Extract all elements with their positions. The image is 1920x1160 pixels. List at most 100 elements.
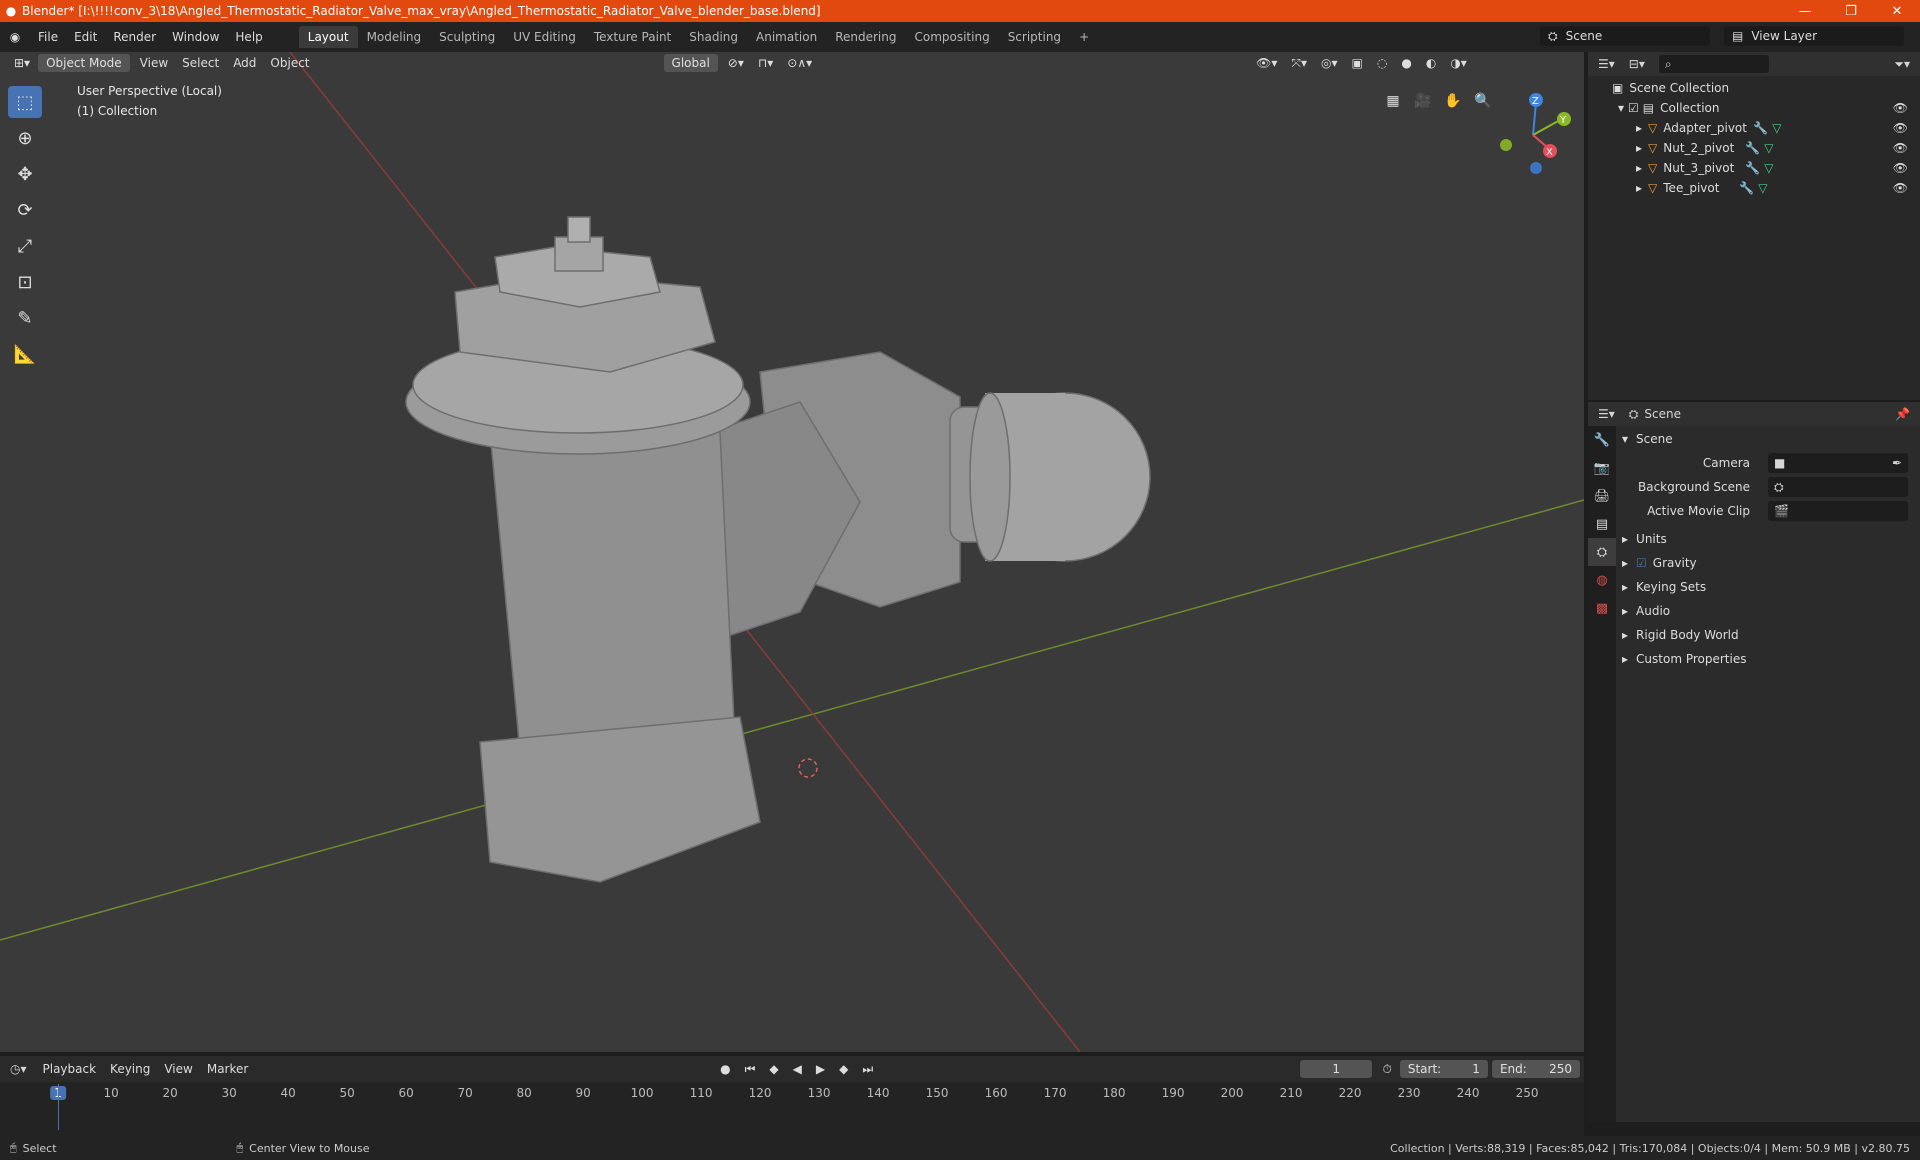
grid-view-icon[interactable]: ▦ bbox=[1380, 88, 1406, 114]
rotate-tool-icon[interactable]: ⟳ bbox=[8, 194, 42, 226]
menu-edit[interactable]: Edit bbox=[66, 30, 105, 44]
navigation-gizmo[interactable]: Z Y X bbox=[1488, 88, 1578, 178]
scene-section-header[interactable]: ▾ Scene bbox=[1622, 428, 1920, 450]
viewport-menu-view[interactable]: View bbox=[134, 54, 174, 72]
move-tool-icon[interactable]: ✥ bbox=[8, 158, 42, 190]
blender-menu-icon[interactable]: ◉ bbox=[0, 30, 30, 44]
filter-icon[interactable]: ⏷▾ bbox=[1894, 57, 1910, 72]
jump-start-icon[interactable]: ⏮ bbox=[739, 1060, 762, 1079]
outliner-item-nut-3[interactable]: ▸ ▽ Nut_3_pivot 🔧 ▽ 👁 bbox=[1588, 158, 1920, 178]
mode-selector[interactable]: Object Mode bbox=[38, 54, 130, 72]
expand-arrow-icon[interactable]: ▸ bbox=[1636, 121, 1642, 135]
jump-end-icon[interactable]: ⏭ bbox=[856, 1060, 879, 1079]
eye-icon[interactable]: 👁 bbox=[1893, 141, 1908, 155]
xray-icon[interactable]: ▣ bbox=[1346, 54, 1369, 72]
menu-render[interactable]: Render bbox=[105, 30, 164, 44]
eyedropper-icon[interactable]: ✒ bbox=[1892, 456, 1902, 470]
outliner-item-nut-2[interactable]: ▸ ▽ Nut_2_pivot 🔧 ▽ 👁 bbox=[1588, 138, 1920, 158]
eye-icon[interactable]: 👁 bbox=[1893, 181, 1908, 195]
audio-panel[interactable]: ▸ Audio bbox=[1622, 600, 1920, 622]
checkbox-icon[interactable]: ☑ bbox=[1628, 101, 1639, 115]
properties-editor-icon[interactable]: ☰▾ bbox=[1598, 407, 1615, 421]
camera-view-icon[interactable]: 🎥 bbox=[1410, 88, 1436, 114]
marker-menu[interactable]: Marker bbox=[201, 1060, 254, 1078]
current-frame-field[interactable]: 1 bbox=[1299, 1060, 1373, 1078]
rigid-body-world-panel[interactable]: ▸ Rigid Body World bbox=[1622, 624, 1920, 646]
view-layer-tab-icon[interactable]: ▤ bbox=[1588, 510, 1616, 538]
outliner-collection[interactable]: ▾ ☑ ▤ Collection 👁 bbox=[1588, 98, 1920, 118]
eye-icon[interactable]: 👁 bbox=[1893, 161, 1908, 175]
3d-viewport[interactable]: ⊞▾ Object Mode View Select Add Object Gl… bbox=[0, 52, 1584, 1052]
expand-arrow-icon[interactable]: ▾ bbox=[1618, 101, 1624, 115]
eye-icon[interactable]: 👁 bbox=[1893, 101, 1908, 115]
tab-texture-paint[interactable]: Texture Paint bbox=[585, 26, 680, 48]
keying-menu[interactable]: Keying bbox=[104, 1060, 156, 1078]
expand-arrow-icon[interactable]: ▸ bbox=[1636, 181, 1642, 195]
output-tab-icon[interactable]: 🖨 bbox=[1588, 482, 1616, 510]
select-box-tool-icon[interactable]: ⬚ bbox=[8, 86, 42, 118]
shading-rendered-icon[interactable]: ◑▾ bbox=[1444, 54, 1473, 72]
camera-field[interactable]: ■ ✒ bbox=[1768, 453, 1908, 473]
minimize-button[interactable]: — bbox=[1782, 4, 1828, 19]
texture-tab-icon[interactable]: ▩ bbox=[1588, 594, 1616, 622]
visibility-icon[interactable]: 👁▾ bbox=[1250, 54, 1283, 72]
pan-view-icon[interactable]: ✋ bbox=[1440, 88, 1466, 114]
outliner-scene-collection[interactable]: ▣ Scene Collection bbox=[1588, 78, 1920, 98]
playback-menu[interactable]: Playback bbox=[37, 1060, 103, 1078]
editor-type-icon[interactable]: ⊞▾ bbox=[8, 54, 36, 72]
orientation-selector[interactable]: Global bbox=[663, 54, 718, 72]
proportional-edit-icon[interactable]: ⊙∧▾ bbox=[781, 54, 818, 72]
record-icon[interactable]: ● bbox=[714, 1060, 736, 1078]
measure-tool-icon[interactable]: 📐 bbox=[8, 338, 42, 370]
outliner-search-input[interactable]: ⌕ bbox=[1658, 55, 1769, 73]
tab-scripting[interactable]: Scripting bbox=[999, 26, 1070, 48]
transform-tool-icon[interactable]: ⊡ bbox=[8, 266, 42, 298]
pivot-icon[interactable]: ⊘▾ bbox=[722, 54, 750, 72]
background-scene-field[interactable]: ⛭ bbox=[1768, 477, 1908, 497]
restore-button[interactable]: ❐ bbox=[1828, 4, 1874, 19]
scene-tab-icon[interactable]: ⛭ bbox=[1588, 538, 1616, 566]
tab-compositing[interactable]: Compositing bbox=[905, 26, 998, 48]
custom-properties-panel[interactable]: ▸ Custom Properties bbox=[1622, 648, 1920, 670]
world-tab-icon[interactable]: ◍ bbox=[1588, 566, 1616, 594]
tab-rendering[interactable]: Rendering bbox=[826, 26, 905, 48]
frame-ruler[interactable]: 1102030405060708090100110120130140150160… bbox=[0, 1082, 1584, 1102]
scale-tool-icon[interactable]: ⤢ bbox=[8, 230, 42, 262]
outliner-item-tee[interactable]: ▸ ▽ Tee_pivot 🔧 ▽ 👁 bbox=[1588, 178, 1920, 198]
display-mode-icon[interactable]: ⊟▾ bbox=[1629, 57, 1645, 71]
prev-keyframe-icon[interactable]: ◆ bbox=[763, 1060, 784, 1078]
tab-shading[interactable]: Shading bbox=[680, 26, 747, 48]
gravity-checkbox-icon[interactable]: ☑ bbox=[1636, 556, 1647, 570]
viewport-menu-object[interactable]: Object bbox=[264, 54, 315, 72]
shading-material-icon[interactable]: ◐ bbox=[1420, 54, 1442, 72]
outliner-editor-icon[interactable]: ☰▾ bbox=[1598, 57, 1615, 71]
units-panel[interactable]: ▸ Units bbox=[1622, 528, 1920, 550]
snap-icon[interactable]: ⊓▾ bbox=[752, 54, 779, 72]
menu-window[interactable]: Window bbox=[164, 30, 227, 44]
menu-file[interactable]: File bbox=[30, 30, 66, 44]
play-icon[interactable]: ▶ bbox=[810, 1060, 831, 1078]
scene-selector[interactable]: ⛭ Scene bbox=[1540, 26, 1710, 46]
tab-sculpting[interactable]: Sculpting bbox=[430, 26, 504, 48]
active-movie-clip-field[interactable]: 🎬 bbox=[1768, 501, 1908, 521]
playhead-line[interactable] bbox=[58, 1084, 59, 1130]
shading-solid-icon[interactable]: ● bbox=[1395, 54, 1417, 72]
close-button[interactable]: ✕ bbox=[1874, 4, 1920, 19]
timeline-editor-icon[interactable]: ◷▾ bbox=[10, 1062, 27, 1076]
tool-tab-icon[interactable]: 🔧 bbox=[1588, 426, 1616, 454]
expand-arrow-icon[interactable]: ▸ bbox=[1636, 141, 1642, 155]
viewport-menu-select[interactable]: Select bbox=[176, 54, 225, 72]
gravity-panel[interactable]: ▸ ☑ Gravity bbox=[1622, 552, 1920, 574]
pin-icon[interactable]: 📌 bbox=[1895, 407, 1910, 421]
overlay-toggle-icon[interactable]: ◎▾ bbox=[1315, 54, 1344, 72]
cursor-tool-icon[interactable]: ⊕ bbox=[8, 122, 42, 154]
next-keyframe-icon[interactable]: ◆ bbox=[833, 1060, 854, 1078]
play-reverse-icon[interactable]: ◀ bbox=[787, 1060, 808, 1078]
tab-modeling[interactable]: Modeling bbox=[358, 26, 431, 48]
tab-layout[interactable]: Layout bbox=[298, 26, 358, 48]
timeline[interactable]: ◷▾ Playback Keying View Marker ● ⏮ ◆ ◀ ▶… bbox=[0, 1056, 1584, 1136]
shading-wireframe-icon[interactable]: ◌ bbox=[1371, 54, 1393, 72]
gizmo-toggle-icon[interactable]: ⤧▾ bbox=[1285, 54, 1313, 73]
keying-sets-panel[interactable]: ▸ Keying Sets bbox=[1622, 576, 1920, 598]
timeline-view-menu[interactable]: View bbox=[158, 1060, 198, 1078]
